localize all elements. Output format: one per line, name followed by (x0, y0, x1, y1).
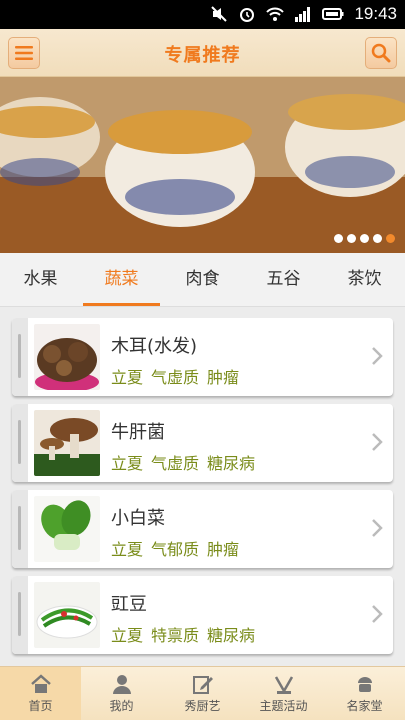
tag-condition: 糖尿病 (207, 454, 256, 473)
tag-solar-term: 立夏 (111, 368, 144, 387)
nav-label: 秀厨艺 (184, 699, 221, 713)
chevron-right-icon (372, 433, 383, 451)
tag-condition: 糖尿病 (207, 626, 256, 645)
bottom-nav: 首页 我的 秀厨艺 主题活动 名家堂 (0, 666, 405, 720)
pager-dot[interactable] (347, 234, 356, 243)
alarm-icon (240, 8, 255, 22)
tea-cups-image (0, 77, 405, 253)
master-icon (357, 677, 372, 692)
nav-label: 主题活动 (259, 699, 308, 713)
promo-banner[interactable] (0, 77, 405, 253)
food-name: 牛肝菌 (111, 422, 165, 443)
tag-constitution: 气虚质 (151, 454, 200, 473)
food-thumbnail (34, 410, 100, 476)
banner-pager (334, 234, 395, 243)
home-icon (30, 674, 51, 693)
edit-icon (192, 676, 213, 694)
status-bar: 19:43 (0, 0, 405, 29)
tag-condition: 肿瘤 (207, 540, 240, 559)
category-tabs: 水果 蔬菜 肉食 五谷 茶饮 (0, 253, 405, 307)
tab-meat[interactable]: 肉食 (162, 253, 243, 306)
food-list: 木耳(水发) 立夏 气虚质 肿瘤 牛肝菌 立夏 气虚质 糖尿病 小白菜 立夏 气… (12, 318, 393, 662)
nav-home[interactable]: 首页 (0, 667, 81, 720)
signal-icon (295, 7, 311, 22)
chevron-right-icon (372, 519, 383, 537)
food-name: 豇豆 (111, 594, 147, 615)
tab-fruit[interactable]: 水果 (0, 253, 81, 306)
food-tags: 立夏 特禀质 糖尿病 (111, 622, 255, 646)
list-item[interactable]: 牛肝菌 立夏 气虚质 糖尿病 (12, 404, 393, 482)
list-item[interactable]: 木耳(水发) 立夏 气虚质 肿瘤 (12, 318, 393, 396)
pager-dot[interactable] (360, 234, 369, 243)
food-thumbnail (34, 324, 100, 390)
status-time: 19:43 (354, 4, 397, 23)
app-header: 专属推荐 (0, 29, 405, 77)
card-handle (12, 576, 28, 654)
pager-dot-active[interactable] (386, 234, 395, 243)
battery-icon (322, 8, 344, 20)
food-name: 木耳(水发) (111, 336, 198, 357)
food-tags: 立夏 气郁质 肿瘤 (111, 536, 239, 560)
tag-solar-term: 立夏 (111, 540, 144, 559)
list-item[interactable]: 小白菜 立夏 气郁质 肿瘤 (12, 490, 393, 568)
search-button[interactable] (365, 37, 397, 69)
chevron-right-icon (372, 347, 383, 365)
wifi-icon (266, 7, 285, 21)
food-thumbnail (34, 496, 100, 562)
tab-tea[interactable]: 茶饮 (324, 253, 405, 306)
tag-solar-term: 立夏 (111, 626, 144, 645)
food-name: 小白菜 (111, 508, 165, 529)
food-tags: 立夏 气虚质 肿瘤 (111, 364, 239, 388)
card-handle (12, 490, 28, 568)
user-icon (112, 675, 131, 694)
list-item[interactable]: 豇豆 立夏 特禀质 糖尿病 (12, 576, 393, 654)
nav-label: 我的 (109, 699, 134, 713)
tag-constitution: 气虚质 (151, 368, 200, 387)
search-icon (371, 43, 391, 63)
food-tags: 立夏 气虚质 糖尿病 (111, 450, 255, 474)
chevron-right-icon (372, 605, 383, 623)
nav-mine[interactable]: 我的 (81, 667, 162, 720)
nav-activities[interactable]: 主题活动 (243, 667, 324, 720)
tab-grains[interactable]: 五谷 (243, 253, 324, 306)
food-thumbnail (34, 582, 100, 648)
nav-label: 名家堂 (346, 699, 383, 713)
nav-label: 首页 (28, 699, 53, 713)
tag-constitution: 气郁质 (151, 540, 200, 559)
tag-constitution: 特禀质 (151, 626, 200, 645)
pager-dot[interactable] (373, 234, 382, 243)
pager-dot[interactable] (334, 234, 343, 243)
nav-masters[interactable]: 名家堂 (324, 667, 405, 720)
nav-cooking[interactable]: 秀厨艺 (162, 667, 243, 720)
card-handle (12, 404, 28, 482)
activity-icon (274, 676, 293, 694)
tab-vegetables[interactable]: 蔬菜 (81, 253, 162, 306)
tag-condition: 肿瘤 (207, 368, 240, 387)
page-title: 专属推荐 (164, 45, 241, 66)
tag-solar-term: 立夏 (111, 454, 144, 473)
mute-icon (211, 6, 228, 22)
card-handle (12, 318, 28, 396)
